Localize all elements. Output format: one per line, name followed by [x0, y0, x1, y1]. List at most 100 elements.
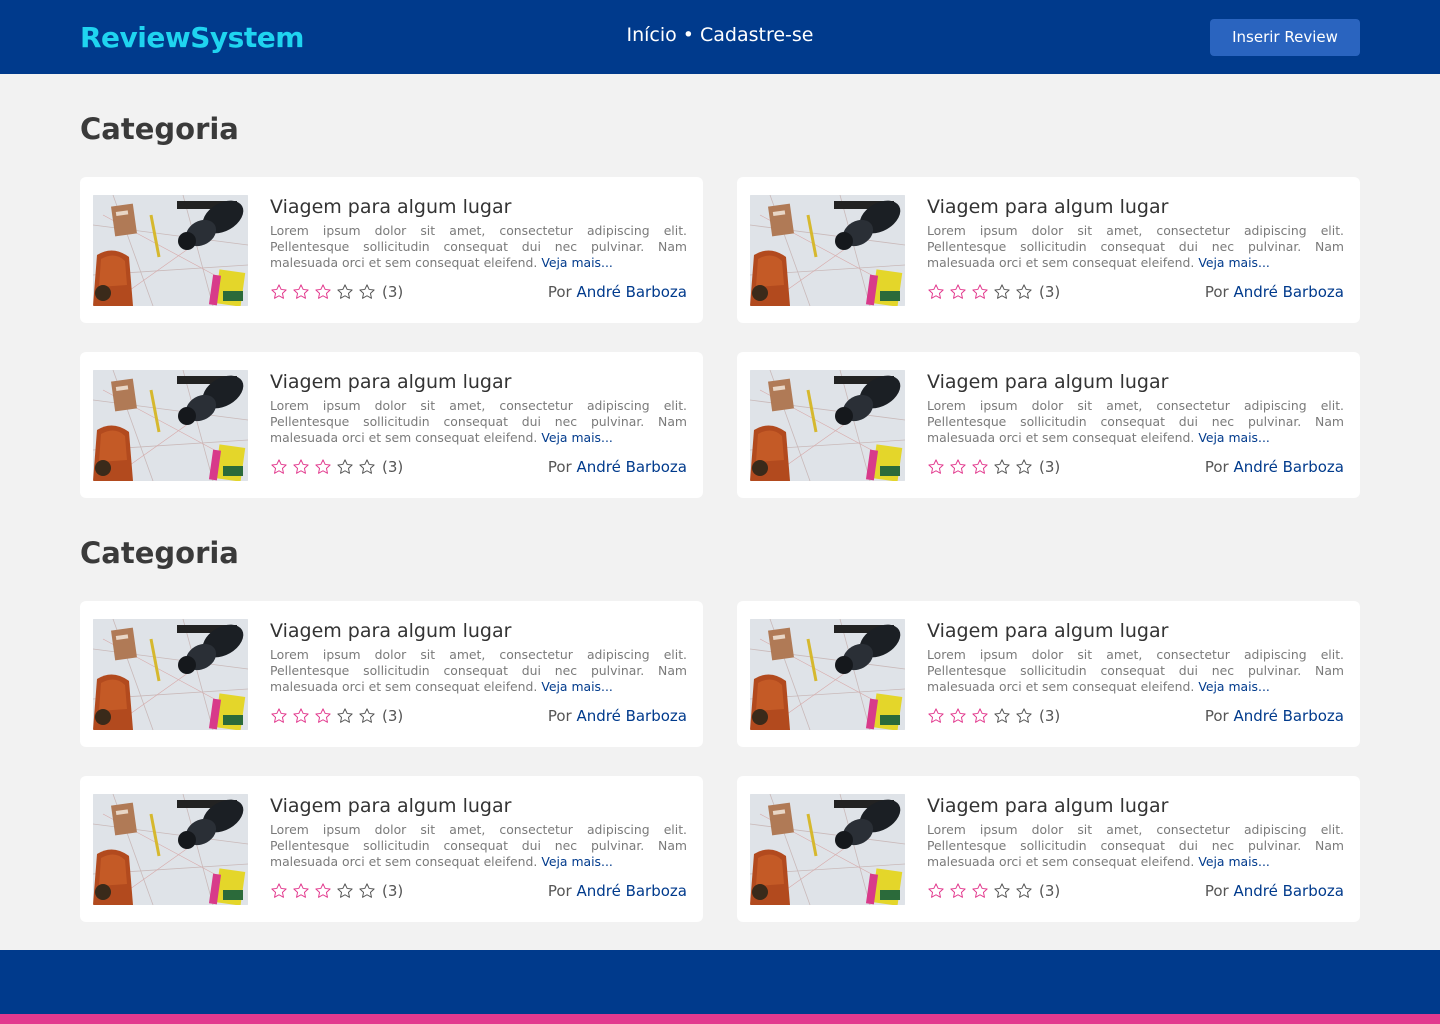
review-card-body: Viagem para algum lugar Lorem ipsum dolor…: [270, 195, 687, 323]
author-link[interactable]: André Barboza: [1233, 283, 1344, 301]
star-icon[interactable]: [1015, 458, 1033, 476]
review-title[interactable]: Viagem para algum lugar: [270, 370, 687, 394]
star-icon[interactable]: [949, 458, 967, 476]
star-icon[interactable]: [971, 882, 989, 900]
author-link[interactable]: André Barboza: [576, 283, 687, 301]
star-icon[interactable]: [971, 283, 989, 301]
nav-link-cadastre-se[interactable]: Cadastre-se: [700, 24, 814, 46]
author-link[interactable]: André Barboza: [1233, 707, 1344, 725]
star-icon[interactable]: [336, 283, 354, 301]
review-card-grid: Viagem para algum lugar Lorem ipsum dolor…: [80, 177, 1360, 498]
author-link[interactable]: André Barboza: [576, 707, 687, 725]
star-icon[interactable]: [270, 707, 288, 725]
review-thumbnail[interactable]: [750, 370, 905, 481]
travel-flatlay-image: [93, 619, 248, 730]
see-more-link[interactable]: Veja mais...: [1198, 430, 1270, 445]
star-icon[interactable]: [358, 707, 376, 725]
star-icon[interactable]: [971, 458, 989, 476]
insert-review-button[interactable]: Inserir Review: [1210, 18, 1360, 56]
review-thumbnail[interactable]: [750, 195, 905, 306]
star-icon[interactable]: [949, 882, 967, 900]
author-link[interactable]: André Barboza: [1233, 458, 1344, 476]
see-more-link[interactable]: Veja mais...: [1198, 679, 1270, 694]
star-icon[interactable]: [358, 283, 376, 301]
review-card[interactable]: Viagem para algum lugar Lorem ipsum dolor…: [737, 352, 1360, 498]
review-thumbnail[interactable]: [93, 370, 248, 481]
star-icon[interactable]: [949, 707, 967, 725]
star-icon[interactable]: [993, 283, 1011, 301]
star-icon[interactable]: [270, 882, 288, 900]
star-icon[interactable]: [270, 283, 288, 301]
see-more-link[interactable]: Veja mais...: [541, 255, 613, 270]
review-description: Lorem ipsum dolor sit amet, consectetur …: [927, 223, 1344, 271]
star-icon[interactable]: [927, 458, 945, 476]
travel-flatlay-image: [93, 195, 248, 306]
star-icon[interactable]: [358, 458, 376, 476]
see-more-link[interactable]: Veja mais...: [541, 430, 613, 445]
author-link[interactable]: André Barboza: [1233, 882, 1344, 900]
review-card[interactable]: Viagem para algum lugar Lorem ipsum dolor…: [80, 601, 703, 747]
author-prefix: Por: [1204, 283, 1229, 301]
nav-separator: •: [682, 24, 694, 46]
review-card[interactable]: Viagem para algum lugar Lorem ipsum dolor…: [80, 352, 703, 498]
review-title[interactable]: Viagem para algum lugar: [927, 195, 1344, 219]
star-icon[interactable]: [314, 458, 332, 476]
star-icon[interactable]: [270, 458, 288, 476]
star-icon[interactable]: [993, 458, 1011, 476]
star-icon[interactable]: [927, 882, 945, 900]
star-icon[interactable]: [1015, 283, 1033, 301]
star-icon[interactable]: [292, 283, 310, 301]
star-icon[interactable]: [336, 882, 354, 900]
star-rating: (3): [270, 882, 403, 900]
review-description-text: Lorem ipsum dolor sit amet, consectetur …: [270, 223, 687, 270]
see-more-link[interactable]: Veja mais...: [541, 854, 613, 869]
star-icon[interactable]: [336, 458, 354, 476]
review-thumbnail[interactable]: [750, 794, 905, 905]
review-thumbnail[interactable]: [93, 195, 248, 306]
review-title[interactable]: Viagem para algum lugar: [927, 794, 1344, 818]
star-icon[interactable]: [292, 458, 310, 476]
star-icon[interactable]: [314, 707, 332, 725]
star-icon[interactable]: [993, 707, 1011, 725]
review-title[interactable]: Viagem para algum lugar: [927, 370, 1344, 394]
star-icon[interactable]: [1015, 707, 1033, 725]
author-prefix: Por: [547, 458, 572, 476]
review-title[interactable]: Viagem para algum lugar: [927, 619, 1344, 643]
rating-count: (3): [1039, 707, 1061, 725]
see-more-link[interactable]: Veja mais...: [1198, 854, 1270, 869]
star-icon[interactable]: [314, 882, 332, 900]
star-icon[interactable]: [949, 283, 967, 301]
review-title[interactable]: Viagem para algum lugar: [270, 195, 687, 219]
see-more-link[interactable]: Veja mais...: [1198, 255, 1270, 270]
star-icon[interactable]: [292, 707, 310, 725]
rating-count: (3): [1039, 882, 1061, 900]
review-description: Lorem ipsum dolor sit amet, consectetur …: [270, 647, 687, 695]
review-card[interactable]: Viagem para algum lugar Lorem ipsum dolor…: [737, 601, 1360, 747]
author-link[interactable]: André Barboza: [576, 882, 687, 900]
review-title[interactable]: Viagem para algum lugar: [270, 619, 687, 643]
star-icon[interactable]: [1015, 882, 1033, 900]
see-more-link[interactable]: Veja mais...: [541, 679, 613, 694]
star-icon[interactable]: [358, 882, 376, 900]
brand-logo[interactable]: ReviewSystem: [80, 21, 304, 54]
review-title[interactable]: Viagem para algum lugar: [270, 794, 687, 818]
review-card[interactable]: Viagem para algum lugar Lorem ipsum dolor…: [80, 776, 703, 922]
star-icon[interactable]: [927, 283, 945, 301]
star-icon[interactable]: [292, 882, 310, 900]
review-card[interactable]: Viagem para algum lugar Lorem ipsum dolor…: [737, 177, 1360, 323]
review-card[interactable]: Viagem para algum lugar Lorem ipsum dolor…: [737, 776, 1360, 922]
review-thumbnail[interactable]: [750, 619, 905, 730]
star-icon[interactable]: [336, 707, 354, 725]
star-icon[interactable]: [971, 707, 989, 725]
star-icon[interactable]: [993, 882, 1011, 900]
review-thumbnail[interactable]: [93, 794, 248, 905]
star-icon[interactable]: [314, 283, 332, 301]
star-icon[interactable]: [927, 707, 945, 725]
author-link[interactable]: André Barboza: [576, 458, 687, 476]
star-rating: (3): [270, 458, 403, 476]
review-description-text: Lorem ipsum dolor sit amet, consectetur …: [927, 647, 1344, 694]
review-thumbnail[interactable]: [93, 619, 248, 730]
review-card[interactable]: Viagem para algum lugar Lorem ipsum dolor…: [80, 177, 703, 323]
nav-link-inicio[interactable]: Início: [627, 24, 677, 46]
review-footer: (3) Por André Barboza: [270, 458, 687, 476]
